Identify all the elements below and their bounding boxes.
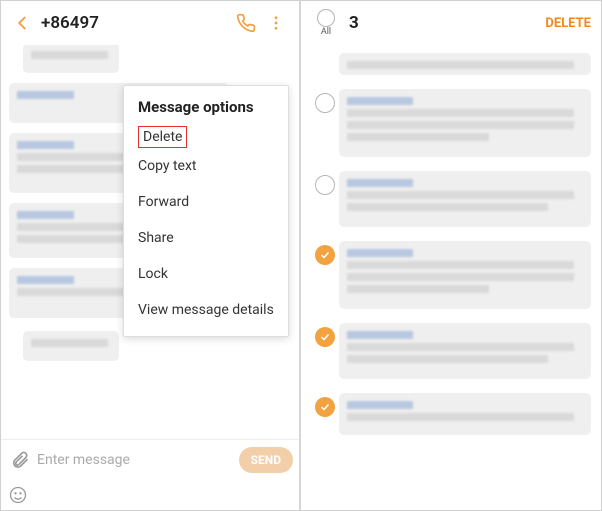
menu-item-copy[interactable]: Copy text xyxy=(124,148,288,184)
select-all-checkbox[interactable] xyxy=(317,9,335,27)
checkbox-unchecked-icon[interactable] xyxy=(315,93,335,113)
checkbox-checked-icon[interactable] xyxy=(315,245,335,265)
more-icon[interactable] xyxy=(261,9,291,37)
list-item[interactable] xyxy=(301,47,601,83)
list-item[interactable] xyxy=(301,83,601,165)
selection-count: 3 xyxy=(341,13,545,33)
selection-header: All 3 DELETE xyxy=(301,1,601,45)
checkbox-checked-icon[interactable] xyxy=(315,327,335,347)
list-item[interactable] xyxy=(301,317,601,387)
message-bubble[interactable] xyxy=(23,331,119,361)
checkbox-unchecked-icon[interactable] xyxy=(315,175,335,195)
back-icon[interactable] xyxy=(9,9,37,37)
selection-panel: All 3 DELETE xyxy=(301,1,601,510)
message-input[interactable]: Enter message xyxy=(33,452,239,468)
call-icon[interactable] xyxy=(231,9,261,37)
list-item[interactable] xyxy=(301,235,601,317)
menu-item-delete[interactable]: Delete xyxy=(138,126,187,148)
message-bubble[interactable] xyxy=(23,45,119,73)
select-all[interactable]: All xyxy=(311,9,341,37)
compose-bar: Enter message SEND xyxy=(1,439,299,510)
delete-button[interactable]: DELETE xyxy=(545,16,591,31)
menu-item-share[interactable]: Share xyxy=(124,220,288,256)
conversation-header: +86497 xyxy=(1,1,299,45)
select-all-label: All xyxy=(321,27,331,37)
menu-item-forward[interactable]: Forward xyxy=(124,184,288,220)
message-options-menu: Message options Delete Copy text Forward… xyxy=(123,85,289,337)
checkbox-checked-icon[interactable] xyxy=(315,397,335,417)
send-button[interactable]: SEND xyxy=(239,447,293,473)
list-item[interactable] xyxy=(301,165,601,235)
menu-title: Message options xyxy=(124,98,288,126)
menu-item-lock[interactable]: Lock xyxy=(124,256,288,292)
list-item[interactable] xyxy=(301,387,601,443)
emoji-icon[interactable] xyxy=(7,485,29,505)
attach-icon[interactable] xyxy=(7,450,33,470)
menu-item-details[interactable]: View message details xyxy=(124,292,288,328)
contact-title: +86497 xyxy=(37,13,231,33)
conversation-panel: +86497 06:44 Message options Delete xyxy=(1,1,301,510)
message-selection-list xyxy=(301,45,601,510)
